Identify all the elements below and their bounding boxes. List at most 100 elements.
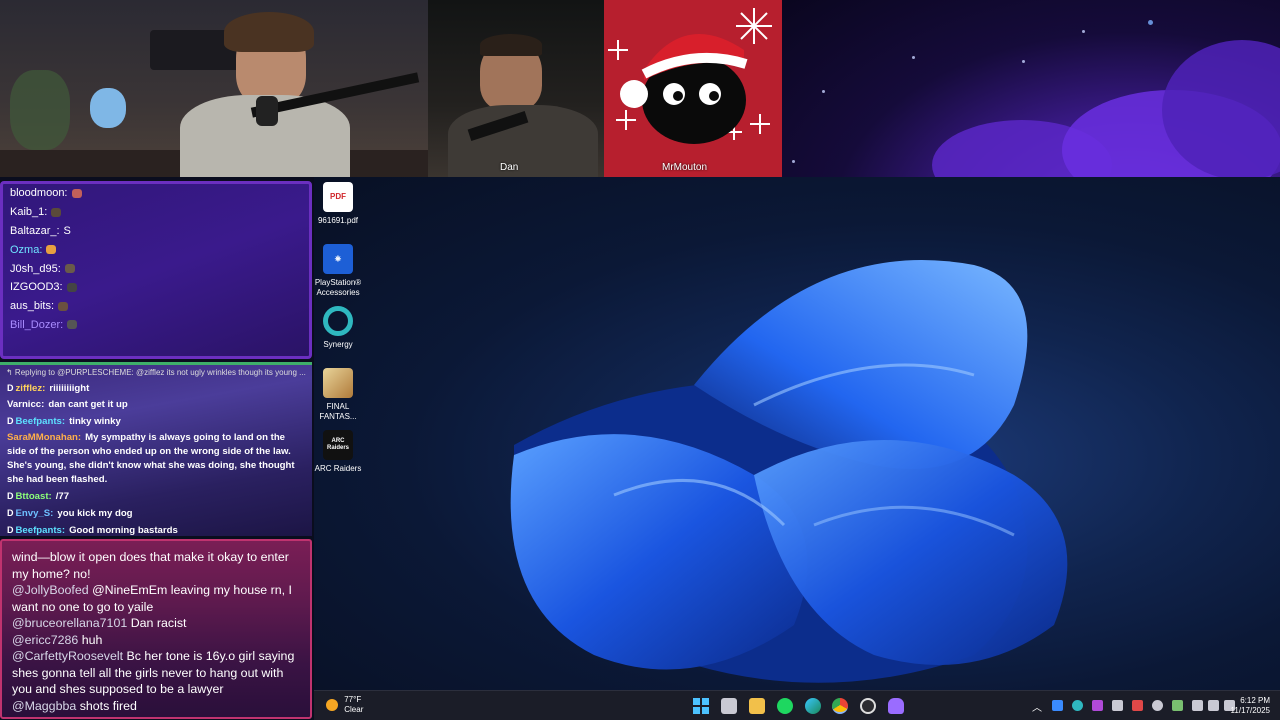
twitch-chat-message: D Bttoast:/77 [0, 488, 312, 505]
emote-chat-row: J0sh_d95: [3, 259, 309, 278]
chat-username: Kaib_1: [10, 206, 48, 219]
desktop-icon-pdf[interactable]: PDF 961691.pdf [314, 182, 362, 226]
chat-text: you kick my dog [57, 508, 133, 519]
tray-app-icon[interactable] [1112, 700, 1123, 711]
edge-icon[interactable] [805, 698, 821, 714]
chat-username: SaraMMonahan: [7, 432, 82, 443]
desktop-icon-label: 961691.pdf [317, 216, 359, 225]
emote-icon [46, 245, 57, 255]
desktop-icon-arc-raiders[interactable]: ARC Raiders ARC Raiders [314, 430, 362, 474]
reply-context: ↰ Replying to @PURPLESCHEME: @zifflez it… [6, 368, 306, 377]
spotify-icon[interactable] [777, 698, 793, 714]
youtube-chat-message: @JollyBoofed @NineEmEm leaving my house … [2, 582, 310, 615]
desktop-icon-label: FINAL FANTAS... [319, 402, 357, 421]
chat-username: IZGOOD3: [10, 281, 63, 294]
youtube-chat-message: @bruceorellana7101 Dan racist [2, 615, 310, 632]
pdf-icon: PDF [323, 182, 353, 212]
desktop-icon-final-fantasy[interactable]: FINAL FANTAS... [314, 368, 362, 422]
chat-username: Baltazar_: [10, 224, 60, 237]
avatar-name-label: MrMouton [662, 162, 708, 173]
chat-username: zifflez: [15, 383, 46, 394]
chat-text: shots fired [79, 698, 137, 713]
emote-icon [64, 264, 75, 274]
final-fantasy-icon [323, 368, 353, 398]
chrome-icon[interactable] [832, 698, 848, 714]
chat-username: @JollyBoofed [12, 583, 89, 597]
clock-date: 11/17/2025 [1230, 706, 1270, 715]
subscriber-badge-icon: D [7, 491, 14, 501]
emote-icon [51, 207, 62, 217]
space-background [782, 0, 1280, 177]
twitch-chat-message: D Envy_S: you kick my dog [0, 505, 312, 522]
chat-username: bloodmoon: [10, 187, 68, 200]
chat-text: dan cant get it up [48, 399, 128, 410]
emote-chat-row: aus_bits: [3, 297, 309, 316]
desktop-icon-label: ARC Raiders [314, 464, 362, 473]
playstation-icon: ⎈ [323, 244, 353, 274]
desktop-icon-playstation[interactable]: ⎈ PlayStation® Accessories [314, 244, 362, 298]
emote-icon [67, 320, 78, 330]
file-explorer-icon[interactable] [749, 698, 765, 714]
emote-chat-row: Bill_Dozer: [3, 316, 309, 335]
chat-username: Bttoast: [15, 491, 52, 502]
twitch-chat-message: D Beefpants: tinky winky [0, 413, 312, 430]
tray-chevron-icon[interactable]: ︿ [1032, 699, 1042, 714]
task-view-icon[interactable] [721, 698, 737, 714]
subscriber-badge-icon: D [7, 383, 14, 393]
emote-chat-row: IZGOOD3: [3, 278, 309, 297]
emote-chat-panel: bloodmoon: Kaib_1: Baltazar_: S Ozma: J0sh_d9… [0, 181, 312, 359]
chat-username: Envy_S: [15, 508, 54, 519]
app-icon[interactable] [888, 698, 904, 714]
desktop-wallpaper [314, 177, 1280, 690]
windows-bloom-wallpaper [510, 260, 1068, 683]
chat-text: wind—blow it open does that make it okay… [12, 550, 289, 581]
subscriber-badge-icon: D [7, 525, 14, 535]
tray-app-icon[interactable] [1092, 700, 1103, 711]
emote-chat-row: Baltazar_: S [3, 222, 309, 241]
tray-app-icon[interactable] [1052, 700, 1063, 711]
emote-icon [58, 301, 69, 311]
twitch-chat-panel: ↰ Replying to @PURPLESCHEME: @zifflez it… [0, 362, 312, 536]
chat-text: Good morning bastards [69, 525, 178, 536]
tray-app-icon[interactable] [1072, 700, 1083, 711]
obs-icon[interactable] [860, 698, 876, 714]
emote-icon [66, 282, 77, 292]
chat-username: @ericc7286 [12, 632, 79, 647]
desktop-icon-synergy[interactable]: Synergy [314, 306, 362, 350]
arc-raiders-icon: ARC Raiders [323, 430, 353, 460]
webcam-host [0, 0, 428, 177]
twitch-chat-message: Dzifflez: riiiiiiiight [0, 380, 312, 397]
guest-name-label: Dan [500, 162, 519, 173]
chat-text: Dan racist [130, 616, 187, 630]
subscriber-badge-icon: D [7, 508, 14, 518]
webcam-guest: Dan [428, 0, 604, 177]
network-icon[interactable] [1192, 700, 1203, 711]
desktop-icon-label: PlayStation® Accessories [314, 278, 362, 297]
clock[interactable]: 6:12 PM 11/17/2025 [1231, 696, 1270, 716]
start-icon[interactable] [693, 698, 709, 714]
chat-text: S [63, 224, 71, 237]
chat-username: Varnicc: [7, 399, 45, 410]
chat-username: @bruceorellana7101 [12, 616, 128, 630]
emote-chat-row: Kaib_1: [3, 203, 309, 222]
sheep-avatar-icon [608, 8, 772, 144]
weather-widget[interactable]: 77°F Clear [326, 695, 363, 715]
chat-username: J0sh_d95: [10, 262, 61, 275]
youtube-chat-message: wind—blow it open does that make it okay… [2, 549, 310, 582]
youtube-chat-message: @Maggbba shots fired [2, 698, 310, 715]
desktop-icon-label: Synergy [323, 340, 353, 349]
twitch-chat-message: SaraMMonahan: My sympathy is always going… [0, 430, 312, 488]
taskbar: 77°F Clear ︿ 6:12 PM 11/17/2025 [314, 690, 1280, 720]
weather-sun-icon [326, 699, 338, 711]
volume-icon[interactable] [1208, 700, 1219, 711]
chat-username: Beefpants: [15, 416, 66, 427]
tray-app-icon[interactable] [1172, 700, 1183, 711]
chat-text: huh [81, 632, 103, 647]
youtube-chat-panel: wind—blow it open does that make it okay… [0, 539, 312, 719]
subscriber-badge-icon: D [7, 416, 14, 426]
twitch-chat-message: D Beefpants: Good morning bastards [0, 522, 312, 536]
chat-username: Beefpants: [15, 525, 66, 536]
tray-app-icon[interactable] [1132, 700, 1143, 711]
tray-app-icon[interactable] [1152, 700, 1163, 711]
chat-username: Bill_Dozer: [10, 318, 64, 331]
